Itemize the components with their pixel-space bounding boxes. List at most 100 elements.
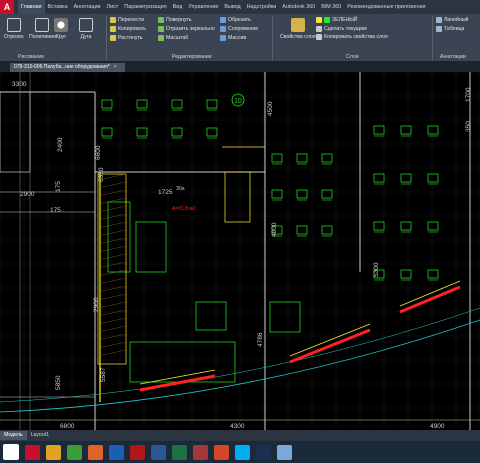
tool-icon bbox=[110, 26, 116, 32]
modify-col1-item-2[interactable]: Растянуть bbox=[110, 34, 146, 42]
panel-title-layers[interactable]: Слои bbox=[346, 54, 359, 60]
wall-rect bbox=[0, 91, 31, 173]
modify-col3-item-0[interactable]: Обрезать bbox=[220, 16, 258, 24]
hatch-line bbox=[97, 213, 127, 221]
hatch-line bbox=[97, 349, 127, 357]
chair bbox=[427, 221, 439, 231]
firefox-icon[interactable] bbox=[88, 444, 103, 460]
chair bbox=[400, 125, 412, 135]
layer-properties-icon bbox=[290, 18, 305, 32]
panel-title-annotations[interactable]: Аннотации bbox=[440, 54, 466, 60]
chrome-icon[interactable] bbox=[67, 444, 82, 460]
modify-col2-item-2[interactable]: Масштаб bbox=[158, 34, 215, 42]
layer-dropdown[interactable]: ЗЕЛЕНЫЙ bbox=[316, 16, 388, 24]
skype-icon[interactable] bbox=[235, 444, 250, 460]
word-icon[interactable] bbox=[151, 444, 166, 460]
autocad-logo-icon[interactable]: A bbox=[0, 0, 14, 14]
dimension-text: 5300 bbox=[373, 262, 380, 277]
explorer-icon[interactable] bbox=[46, 444, 61, 460]
draw-tool-1[interactable]: Полилиния bbox=[29, 18, 56, 40]
dimension-text: 175 bbox=[55, 181, 62, 192]
photoshop-icon[interactable] bbox=[256, 444, 271, 460]
document-tab[interactable]: 078-310-006 Палуба...ние оборудования* × bbox=[10, 63, 125, 72]
dimension-text: 4800 bbox=[271, 222, 278, 237]
chair bbox=[400, 269, 412, 279]
tool-icon bbox=[158, 17, 164, 23]
counter bbox=[224, 171, 251, 223]
chair bbox=[206, 99, 218, 109]
tab-3[interactable]: Лист bbox=[104, 0, 122, 14]
tab-0[interactable]: Главная bbox=[18, 0, 45, 14]
tab-8[interactable]: Надстройки bbox=[244, 0, 280, 14]
modify-col3-item-1[interactable]: Сопряжение bbox=[220, 25, 258, 33]
tool-label: Копировать свойства слоя bbox=[324, 34, 388, 40]
tab-4[interactable]: Параметризация bbox=[121, 0, 169, 14]
tab-5[interactable]: Вид bbox=[170, 0, 186, 14]
drawing-canvas[interactable]: 3300 4500 6600 2900 2400 175 1725 2900 175 4800 53… bbox=[0, 72, 480, 430]
ribbon-separator bbox=[272, 16, 273, 60]
hatch-line bbox=[97, 341, 127, 349]
tab-9[interactable]: Autodesk 360 bbox=[279, 0, 318, 14]
layer-properties-button[interactable]: Свойства слоя bbox=[280, 18, 316, 40]
hatch-line bbox=[97, 325, 127, 333]
modify-col2-item-1[interactable]: Отразить зеркально bbox=[158, 25, 215, 33]
tool-label: Массив bbox=[228, 35, 247, 41]
tab-11[interactable]: Рекомендованные приложения bbox=[344, 0, 428, 14]
access-icon[interactable] bbox=[193, 444, 208, 460]
hatch-line bbox=[97, 285, 127, 293]
hatch-area bbox=[97, 173, 127, 365]
layer-items-item-1[interactable]: Копировать свойства слоя bbox=[316, 33, 388, 41]
document-tab-label: 078-310-006 Палуба...ние оборудования* bbox=[14, 64, 110, 70]
paint-icon[interactable] bbox=[277, 444, 292, 460]
windows-taskbar bbox=[0, 441, 480, 463]
autocad-icon[interactable] bbox=[25, 444, 40, 460]
chair bbox=[400, 173, 412, 183]
draw-tool-2[interactable]: Круг bbox=[54, 18, 68, 40]
chair bbox=[136, 127, 148, 137]
chair bbox=[296, 153, 308, 163]
layout-tab-0[interactable]: Модель bbox=[0, 431, 27, 440]
draw-tool-label: Круг bbox=[55, 34, 67, 40]
modify-col1-item-1[interactable]: Копировать bbox=[110, 25, 146, 33]
chair bbox=[136, 99, 148, 109]
start-button[interactable] bbox=[3, 444, 19, 460]
tool-label: Сопряжение bbox=[228, 26, 259, 32]
taskbar-icons bbox=[22, 444, 295, 460]
close-icon[interactable]: × bbox=[114, 64, 117, 70]
tab-6[interactable]: Управление bbox=[185, 0, 221, 14]
outlook-icon[interactable] bbox=[109, 444, 124, 460]
dimension-text: 4300 bbox=[230, 423, 245, 430]
excel-icon[interactable] bbox=[172, 444, 187, 460]
annot-items-item-1[interactable]: Таблица bbox=[436, 25, 468, 33]
tool-icon bbox=[220, 26, 226, 32]
tab-10[interactable]: BIM 360 bbox=[318, 0, 344, 14]
chair bbox=[271, 189, 283, 199]
layout-tab-1[interactable]: Layout1 bbox=[27, 431, 53, 440]
panel-title-draw[interactable]: Рисование bbox=[18, 54, 44, 60]
ribbon-separator bbox=[432, 16, 433, 60]
annot-items-item-0[interactable]: Линейный bbox=[436, 16, 468, 24]
tool-label: Растянуть bbox=[118, 35, 143, 41]
cabinet bbox=[269, 301, 301, 333]
draw-tool-3[interactable]: Дуга bbox=[79, 18, 93, 40]
modify-col2-item-0[interactable]: Повернуть bbox=[158, 16, 215, 24]
panel-title-modify[interactable]: Редактирование bbox=[172, 54, 212, 60]
tab-7[interactable]: Вывод bbox=[221, 0, 243, 14]
modify-col-3: Обрезать Сопряжение Массив bbox=[220, 16, 258, 42]
dimension-text: 4500 bbox=[267, 101, 274, 116]
tool-icon bbox=[158, 26, 164, 32]
modify-col3-item-2[interactable]: Массив bbox=[220, 34, 258, 42]
acrobat-icon[interactable] bbox=[130, 444, 145, 460]
draw-tool-label: Дуга bbox=[80, 34, 92, 40]
tab-2[interactable]: Аннотации bbox=[71, 0, 104, 14]
tab-1[interactable]: Вставка bbox=[45, 0, 71, 14]
modify-col1-item-0[interactable]: Перенести bbox=[110, 16, 146, 24]
layer-items-item-0[interactable]: Сделать текущим bbox=[316, 25, 388, 33]
cad-drawing[interactable]: 3300 4500 6600 2900 2400 175 1725 2900 175 4800 53… bbox=[0, 72, 480, 430]
chair bbox=[373, 221, 385, 231]
chair bbox=[296, 189, 308, 199]
draw-tool-0[interactable]: Отрезок bbox=[4, 18, 24, 40]
powerpoint-icon[interactable] bbox=[214, 444, 229, 460]
lightbulb-icon bbox=[316, 17, 322, 23]
dimension-text: 5850 bbox=[55, 375, 62, 390]
